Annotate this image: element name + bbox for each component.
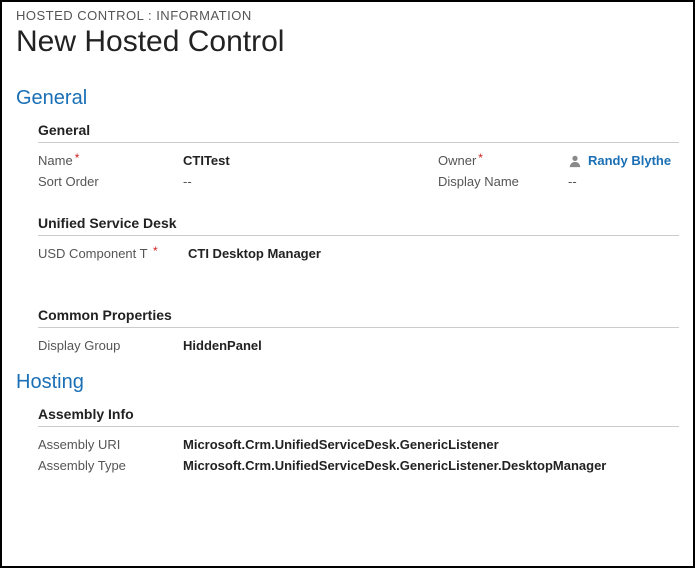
label-assembly-uri: Assembly URI	[38, 437, 183, 452]
label-name-text: Name	[38, 153, 73, 168]
value-sort-order[interactable]: --	[183, 174, 192, 189]
value-display-name[interactable]: --	[568, 174, 577, 189]
page-title: New Hosted Control	[16, 25, 679, 59]
row-sort-display: Sort Order -- Display Name --	[38, 174, 679, 189]
label-owner-text: Owner	[438, 153, 476, 168]
field-owner[interactable]: Owner* Randy Blythe	[438, 153, 679, 168]
label-name: Name*	[38, 153, 183, 168]
section-hosting-body: Assembly Info Assembly URI Microsoft.Crm…	[16, 406, 679, 473]
row-assembly-type: Assembly Type Microsoft.Crm.UnifiedServi…	[38, 458, 679, 473]
label-usd-component-text: USD Component T	[38, 246, 147, 261]
value-owner: Randy Blythe	[568, 153, 671, 168]
label-sort-order: Sort Order	[38, 174, 183, 189]
breadcrumb: HOSTED CONTROL : INFORMATION	[16, 8, 679, 23]
value-name[interactable]: CTITest	[183, 153, 230, 168]
field-usd-component[interactable]: USD Component T * CTI Desktop Manager	[38, 246, 438, 261]
owner-link[interactable]: Randy Blythe	[588, 153, 671, 168]
value-assembly-uri[interactable]: Microsoft.Crm.UnifiedServiceDesk.Generic…	[183, 437, 499, 452]
label-assembly-type: Assembly Type	[38, 458, 183, 473]
label-owner: Owner*	[438, 153, 568, 168]
value-usd-component[interactable]: CTI Desktop Manager	[188, 246, 321, 261]
required-marker: *	[478, 153, 483, 165]
value-display-group[interactable]: HiddenPanel	[183, 338, 262, 353]
subsection-usd-header: Unified Service Desk	[38, 215, 679, 236]
row-usd-component: USD Component T * CTI Desktop Manager	[38, 246, 679, 261]
label-display-group: Display Group	[38, 338, 183, 353]
row-name-owner: Name* CTITest Owner* Randy Blythe	[38, 153, 679, 168]
person-icon	[568, 154, 582, 168]
field-assembly-uri[interactable]: Assembly URI Microsoft.Crm.UnifiedServic…	[38, 437, 679, 452]
field-display-group[interactable]: Display Group HiddenPanel	[38, 338, 438, 353]
subsection-common-header: Common Properties	[38, 307, 679, 328]
section-general-body: General Name* CTITest Owner*	[16, 122, 679, 353]
section-hosting-header: Hosting	[16, 371, 679, 394]
field-sort-order[interactable]: Sort Order --	[38, 174, 438, 189]
row-assembly-uri: Assembly URI Microsoft.Crm.UnifiedServic…	[38, 437, 679, 452]
label-display-name: Display Name	[438, 174, 568, 189]
subsection-assembly-header: Assembly Info	[38, 406, 679, 427]
value-assembly-type[interactable]: Microsoft.Crm.UnifiedServiceDesk.Generic…	[183, 458, 606, 473]
form-frame: HOSTED CONTROL : INFORMATION New Hosted …	[0, 0, 695, 568]
label-usd-component: USD Component T *	[38, 246, 188, 261]
row-display-group: Display Group HiddenPanel	[38, 338, 679, 353]
field-display-name[interactable]: Display Name --	[438, 174, 679, 189]
field-assembly-type[interactable]: Assembly Type Microsoft.Crm.UnifiedServi…	[38, 458, 679, 473]
required-marker: *	[75, 153, 80, 165]
field-name[interactable]: Name* CTITest	[38, 153, 438, 168]
section-general-header: General	[16, 87, 679, 110]
required-marker: *	[153, 246, 158, 258]
subsection-general-header: General	[38, 122, 679, 143]
